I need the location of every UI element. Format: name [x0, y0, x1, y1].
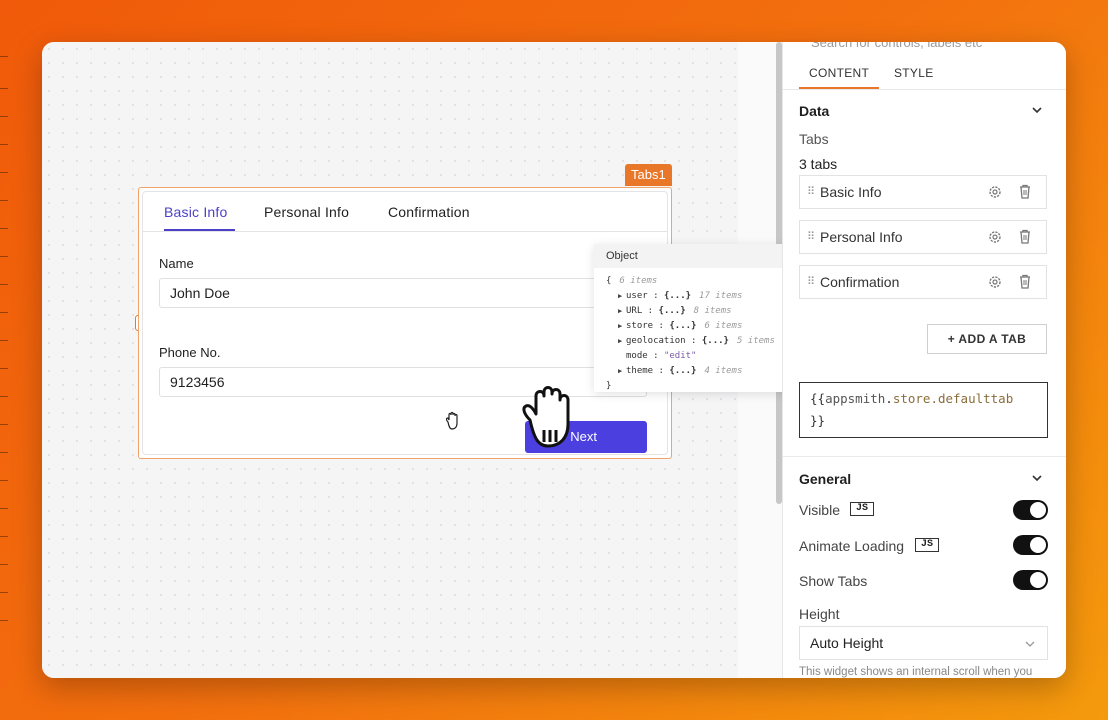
small-hand-cursor-icon — [445, 411, 458, 430]
edge-tick — [0, 620, 8, 621]
edge-tick — [0, 592, 8, 593]
edge-tick — [0, 508, 8, 509]
tab-confirmation[interactable]: Confirmation — [388, 204, 470, 220]
edge-tick — [0, 144, 8, 145]
tab-list-item[interactable]: ⠿ Confirmation — [799, 265, 1047, 299]
tab-list-item-label[interactable]: Personal Info — [820, 229, 903, 245]
add-tab-button[interactable]: + ADD A TAB — [927, 324, 1047, 354]
caret-right-icon[interactable]: ▶ — [618, 304, 626, 319]
height-select[interactable]: Auto Height — [799, 626, 1048, 660]
show-tabs-toggle[interactable] — [1013, 570, 1048, 590]
data-section-title: Data — [799, 103, 830, 119]
tab-personal-info[interactable]: Personal Info — [264, 204, 349, 220]
tabs-widget-body: Basic Info Personal Info Confirmation Na… — [142, 191, 668, 455]
app-window: Tabs1 Basic Info Personal Info Confirmat… — [42, 42, 1066, 678]
tab-basic-info[interactable]: Basic Info — [164, 204, 227, 220]
tabs-widget[interactable]: Basic Info Personal Info Confirmation Na… — [138, 187, 672, 459]
phone-label: Phone No. — [159, 345, 221, 360]
caret-right-icon[interactable]: ▶ — [618, 334, 626, 349]
general-section-title: General — [799, 471, 852, 487]
edge-tick — [0, 172, 8, 173]
js-toggle-badge[interactable]: JS — [850, 502, 875, 516]
js-toggle-badge[interactable]: JS — [915, 538, 940, 552]
caret-right-icon[interactable]: ▶ — [618, 319, 626, 334]
chevron-down-icon[interactable] — [1031, 104, 1043, 116]
section-divider — [783, 456, 1066, 457]
animate-loading-toggle[interactable] — [1013, 535, 1048, 555]
edge-tick — [0, 452, 8, 453]
caret-right-icon[interactable]: ▶ — [618, 364, 626, 379]
drag-grip-icon[interactable]: ⠿ — [807, 221, 815, 253]
edge-tick — [0, 368, 8, 369]
edge-tick — [0, 480, 8, 481]
tree-summary: 6 items — [619, 276, 658, 286]
show-tabs-label: Show Tabs — [799, 573, 868, 589]
search-hint[interactable]: Search for controls, labels etc — [811, 42, 982, 50]
tab-bar: Basic Info Personal Info Confirmation — [143, 192, 667, 232]
caret-right-icon[interactable]: ▶ — [618, 289, 626, 304]
property-tabs: CONTENT STYLE — [783, 58, 1066, 90]
edge-tick — [0, 312, 8, 313]
grab-hand-cursor-icon — [522, 386, 570, 448]
edge-tick — [0, 200, 8, 201]
edge-tick — [0, 284, 8, 285]
chevron-down-icon — [1025, 641, 1035, 647]
tab-list-item-label[interactable]: Confirmation — [820, 274, 899, 290]
active-tab-indicator — [799, 87, 879, 89]
trash-icon[interactable] — [1018, 229, 1032, 244]
tab-list-item-label[interactable]: Basic Info — [820, 184, 881, 200]
animate-loading-label: Animate Loading — [799, 538, 905, 554]
height-help-text: This widget shows an internal scroll whe… — [799, 666, 1033, 678]
default-tab-input[interactable]: {{appsmith.store.defaulttab }} — [799, 382, 1048, 438]
drag-grip-icon[interactable]: ⠿ — [807, 266, 815, 298]
name-label: Name — [159, 256, 194, 271]
edge-tick — [0, 564, 8, 565]
tree-open-brace: { — [606, 276, 612, 286]
name-input[interactable]: John Doe — [159, 278, 647, 308]
chevron-down-icon[interactable] — [1031, 472, 1043, 484]
tab-list-item[interactable]: ⠿ Personal Info — [799, 220, 1047, 254]
edge-tick — [0, 396, 8, 397]
tree-close-brace: } — [606, 381, 612, 391]
edge-tick — [0, 256, 8, 257]
trash-icon[interactable] — [1018, 274, 1032, 289]
edge-tick — [0, 228, 8, 229]
edge-tick — [0, 536, 8, 537]
edge-tick — [0, 88, 8, 89]
tabs-label: Tabs — [799, 131, 829, 147]
trash-icon[interactable] — [1018, 184, 1032, 199]
property-pane: Search for controls, labels etc CONTENT … — [782, 42, 1066, 678]
edge-tick — [0, 340, 8, 341]
edge-tick — [0, 56, 8, 57]
height-label: Height — [799, 606, 840, 622]
edge-tick — [0, 116, 8, 117]
tab-content[interactable]: CONTENT — [809, 66, 869, 80]
widget-name-tag[interactable]: Tabs1 — [625, 164, 672, 186]
gear-icon[interactable] — [988, 275, 1002, 289]
tab-list-item[interactable]: ⠿ Basic Info — [799, 175, 1047, 209]
visible-toggle[interactable] — [1013, 500, 1048, 520]
drag-grip-icon[interactable]: ⠿ — [807, 176, 815, 208]
gear-icon[interactable] — [988, 185, 1002, 199]
tab-style[interactable]: STYLE — [894, 66, 934, 80]
active-tab-indicator — [164, 229, 235, 231]
gear-icon[interactable] — [988, 230, 1002, 244]
edge-tick — [0, 424, 8, 425]
tabs-count: 3 tabs — [799, 156, 838, 172]
visible-label: Visible — [799, 502, 840, 518]
